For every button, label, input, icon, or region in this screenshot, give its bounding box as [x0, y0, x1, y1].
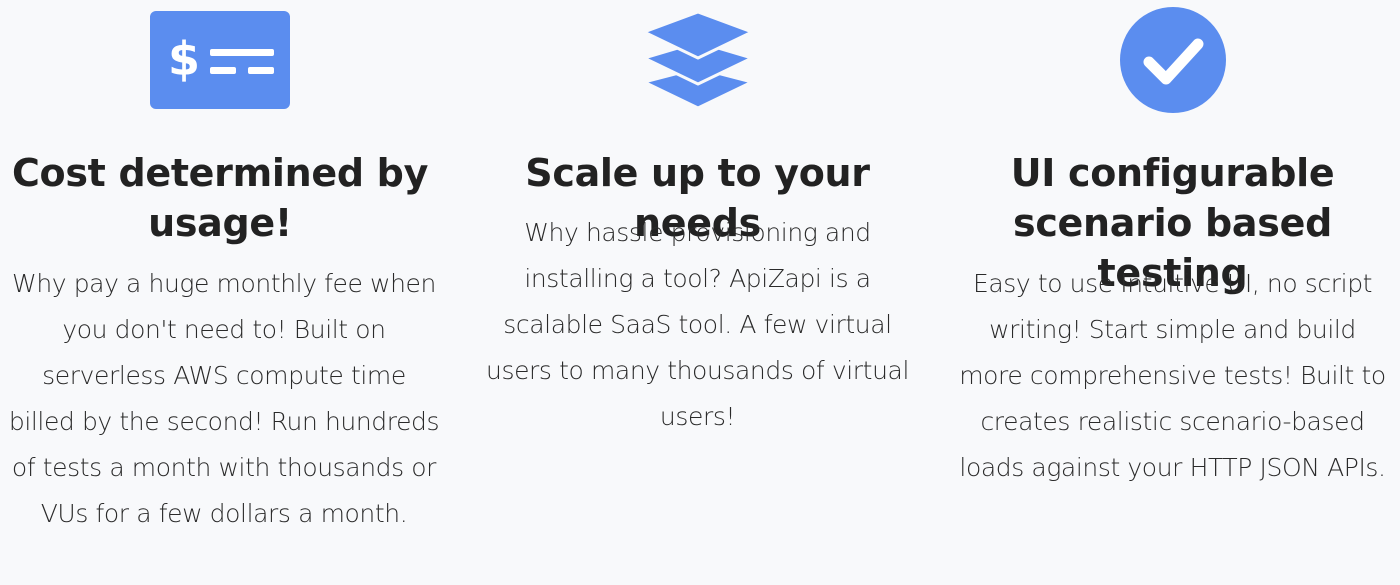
money-bill-icon: $	[150, 8, 290, 112]
feature-description: Easy to use Intuitive UI, no script writ…	[959, 269, 1386, 482]
check-circle-icon	[1119, 7, 1227, 113]
svg-text:$: $	[168, 32, 200, 86]
layers-icon	[642, 8, 754, 112]
feature-description: Why hassle provisioning and installing a…	[486, 218, 909, 431]
features-section: $ Cost determined by usage! Why pay a hu…	[0, 0, 1400, 585]
feature-title: Cost determined by usage!	[11, 151, 429, 245]
feature-description: Why pay a huge monthly fee when you don'…	[8, 269, 440, 528]
